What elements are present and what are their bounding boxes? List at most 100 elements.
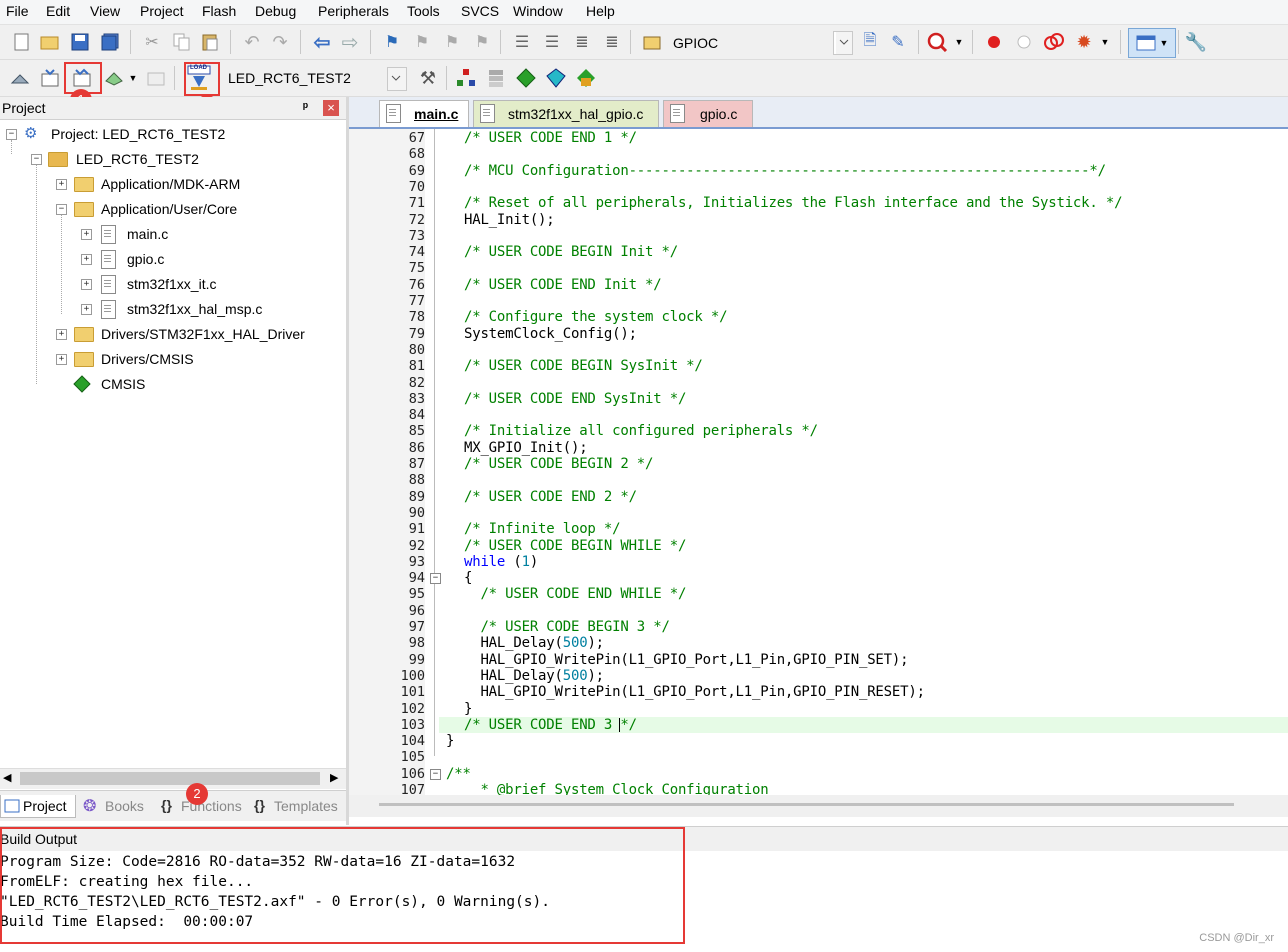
tree-item-group-user-core[interactable]: − Application/User/Core	[0, 198, 346, 222]
tab-stm32f1xx-hal-gpio-c[interactable]: stm32f1xx_hal_gpio.c	[473, 100, 659, 127]
tree-item-target[interactable]: − LED_RCT6_TEST2	[0, 148, 346, 172]
target-options-button[interactable]: ⚒	[416, 66, 440, 90]
flag-icon: ⚑	[384, 34, 400, 51]
menu-file[interactable]: File	[6, 3, 29, 19]
close-panel-button[interactable]: ×	[323, 100, 339, 116]
menu-debug[interactable]: Debug	[255, 3, 296, 19]
find-combo-dropdown[interactable]	[833, 31, 853, 55]
code-line: /* Infinite loop */	[464, 521, 621, 538]
pack-installer-button[interactable]	[574, 66, 598, 90]
save-all-button[interactable]	[98, 30, 122, 54]
bookmark-button[interactable]: ⚑	[380, 30, 404, 54]
pin-icon[interactable]: ᵖ	[303, 99, 308, 114]
debug-dropdown[interactable]: ▼	[952, 30, 966, 54]
comment-button[interactable]: ≣	[570, 30, 594, 54]
tab-project[interactable]: Project	[0, 795, 76, 818]
tree-item-group-mdk-arm[interactable]: + Application/MDK-ARM	[0, 173, 346, 197]
expand-icon[interactable]: +	[81, 229, 92, 240]
line-number: 94	[408, 570, 425, 587]
redo-button[interactable]: ↷	[268, 30, 292, 54]
open-file-button[interactable]	[38, 30, 62, 54]
tree-item-group-cmsis[interactable]: + Drivers/CMSIS	[0, 348, 346, 372]
start-debug-button[interactable]	[926, 30, 950, 54]
tree-item-project-root[interactable]: − ⚙ Project: LED_RCT6_TEST2	[0, 123, 346, 147]
kill-breakpoints-button[interactable]: ✹	[1072, 30, 1096, 54]
uncomment-button[interactable]: ≣	[600, 30, 624, 54]
tree-item-file-it[interactable]: + stm32f1xx_it.c	[0, 273, 346, 297]
tree-item-file-gpio[interactable]: + gpio.c	[0, 248, 346, 272]
configure-button[interactable]: 🔧	[1184, 30, 1208, 54]
paste-button[interactable]	[198, 30, 222, 54]
collapse-icon[interactable]: −	[56, 204, 67, 215]
incremental-find-button[interactable]: 🗎	[858, 30, 882, 54]
annotation-badge-2: 2	[186, 783, 208, 805]
menu-flash[interactable]: Flash	[202, 3, 236, 19]
translate-button[interactable]	[8, 66, 32, 90]
tab-templates[interactable]: {} Templates	[252, 795, 344, 817]
save-button[interactable]	[68, 30, 92, 54]
next-bookmark-button[interactable]: ⚑	[440, 30, 464, 54]
code-editor[interactable]: 67 68 69 70 71 72 73 74 75 76 77 78 79 80 81 82 83 84 85 86…	[349, 129, 1288, 795]
stop-build-button[interactable]	[144, 66, 168, 90]
file-extensions-button[interactable]	[454, 66, 478, 90]
undo-button[interactable]: ↶	[240, 30, 264, 54]
window-layout-button[interactable]: ▼	[1128, 28, 1176, 58]
clear-bookmarks-button[interactable]: ⚑	[470, 30, 494, 54]
expand-icon[interactable]: +	[56, 354, 67, 365]
collapse-icon[interactable]: −	[6, 129, 17, 140]
cut-button[interactable]: ✂	[140, 30, 164, 54]
menu-svcs[interactable]: SVCS	[461, 3, 499, 19]
target-select[interactable]: LED_RCT6_TEST2	[224, 67, 407, 91]
tab-main-c[interactable]: main.c	[379, 100, 469, 127]
unindent-button[interactable]: ☰	[540, 30, 564, 54]
fold-toggle-icon[interactable]: −	[430, 573, 441, 585]
batch-build-dropdown[interactable]: ▼	[126, 66, 140, 90]
find-in-files-button[interactable]	[640, 30, 664, 54]
enable-breakpoint-button[interactable]	[1012, 30, 1036, 54]
menu-tools[interactable]: Tools	[407, 3, 440, 19]
menu-view[interactable]: View	[90, 3, 120, 19]
disable-all-breakpoints-button[interactable]	[1042, 30, 1066, 54]
line-number: 91	[408, 521, 425, 538]
scroll-left-icon[interactable]: ◀	[3, 771, 11, 784]
menu-edit[interactable]: Edit	[46, 3, 70, 19]
expand-icon[interactable]: +	[56, 329, 67, 340]
tab-gpio-c[interactable]: gpio.c	[663, 100, 753, 127]
prev-bookmark-button[interactable]: ⚑	[410, 30, 434, 54]
expand-icon[interactable]: +	[81, 279, 92, 290]
manage-rte-button[interactable]	[514, 66, 538, 90]
paste-icon	[202, 34, 218, 51]
new-file-button[interactable]	[10, 30, 34, 54]
editor-horizontal-scrollbar[interactable]	[349, 795, 1288, 817]
breakpoint-dropdown[interactable]: ▼	[1098, 30, 1112, 54]
expand-icon[interactable]: +	[81, 304, 92, 315]
navigate-forward-button[interactable]: ⇨	[338, 30, 362, 54]
build-button[interactable]	[38, 66, 62, 90]
select-software-packs-button[interactable]	[544, 66, 568, 90]
menu-project[interactable]: Project	[140, 3, 184, 19]
scrollbar-thumb[interactable]	[20, 772, 320, 785]
tree-item-file-main[interactable]: + main.c	[0, 223, 346, 247]
indent-button[interactable]: ☰	[510, 30, 534, 54]
tree-item-group-hal-driver[interactable]: + Drivers/STM32F1xx_HAL_Driver	[0, 323, 346, 347]
scroll-right-icon[interactable]: ▶	[330, 771, 338, 784]
tree-item-cmsis-component[interactable]: CMSIS	[0, 373, 346, 397]
highlight-box-3	[184, 62, 220, 96]
insert-breakpoint-button[interactable]	[982, 30, 1006, 54]
project-horizontal-scrollbar[interactable]: ◀ ▶	[0, 768, 346, 789]
debug-settings-button[interactable]: ✎	[886, 30, 910, 54]
menu-window[interactable]: Window	[513, 3, 563, 19]
books-manage-button[interactable]	[484, 66, 508, 90]
copy-button[interactable]	[170, 30, 194, 54]
collapse-icon[interactable]: −	[31, 154, 42, 165]
tree-item-file-hal-msp[interactable]: + stm32f1xx_hal_msp.c	[0, 298, 346, 322]
scrollbar-thumb[interactable]	[379, 803, 1234, 806]
batch-build-button[interactable]	[102, 66, 126, 90]
expand-icon[interactable]: +	[81, 254, 92, 265]
expand-icon[interactable]: +	[56, 179, 67, 190]
tab-books[interactable]: ❂ Books	[80, 795, 150, 817]
menu-help[interactable]: Help	[586, 3, 615, 19]
menu-peripherals[interactable]: Peripherals	[318, 3, 389, 19]
fold-toggle-icon[interactable]: −	[430, 768, 441, 780]
navigate-back-button[interactable]: ⇦	[310, 30, 334, 54]
